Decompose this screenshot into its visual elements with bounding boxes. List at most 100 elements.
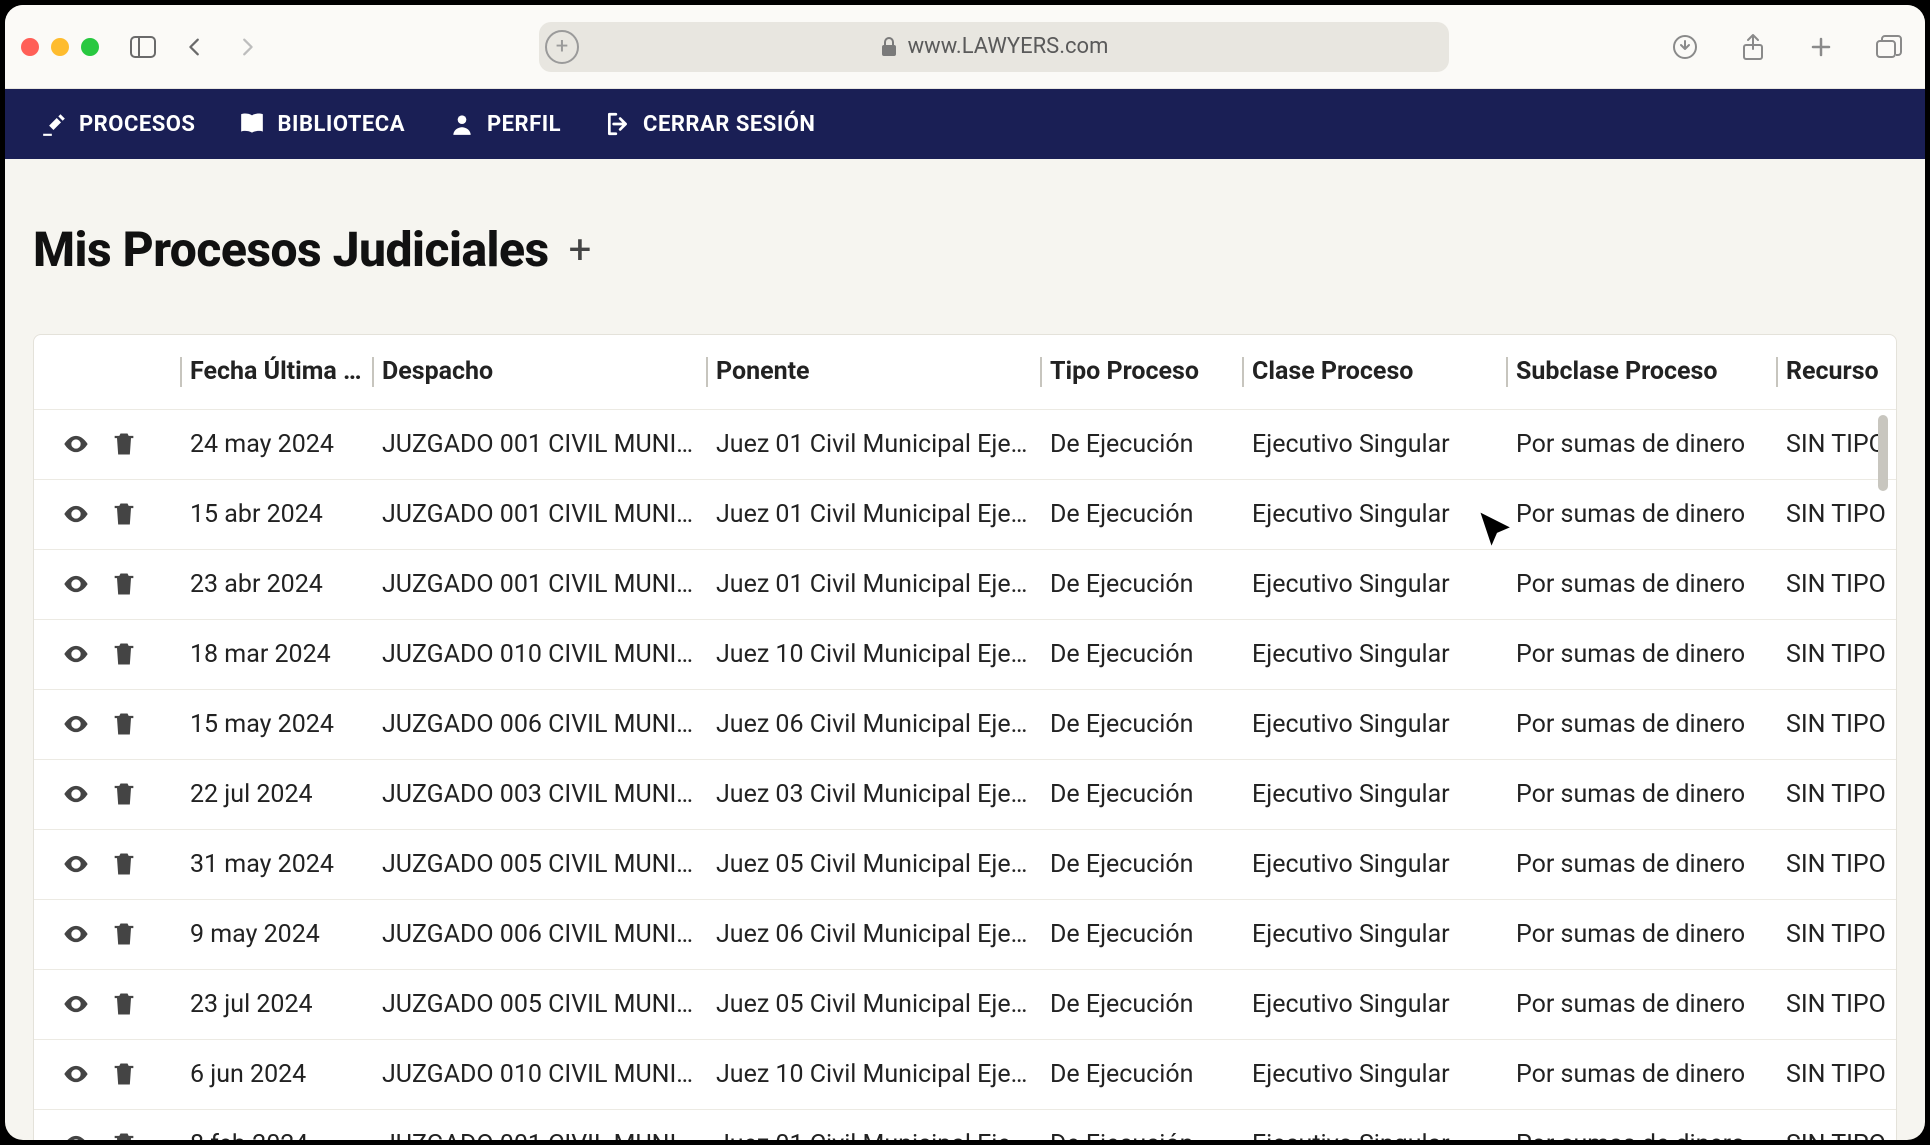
view-icon[interactable]	[62, 570, 90, 598]
cell-despacho: JUZGADO 001 CIVIL MUNICIP…	[374, 1109, 708, 1140]
cell-ponente: Juez 01 Civil Municipal Ejecuc…	[708, 549, 1042, 619]
new-tab-icon[interactable]	[1801, 27, 1841, 67]
table-row: 24 may 2024JUZGADO 001 CIVIL MUNICIP…Jue…	[34, 409, 1897, 479]
downloads-icon[interactable]	[1665, 27, 1705, 67]
nav-item-procesos[interactable]: PROCESOS	[41, 111, 195, 137]
cell-tipo: De Ejecución	[1042, 479, 1244, 549]
view-icon[interactable]	[62, 1130, 90, 1140]
col-header-despacho[interactable]: Despacho	[374, 335, 708, 409]
delete-icon[interactable]	[110, 710, 138, 738]
delete-icon[interactable]	[110, 1060, 138, 1088]
cell-recurso: SIN TIPO	[1778, 1109, 1897, 1140]
person-icon	[449, 111, 475, 137]
view-icon[interactable]	[62, 990, 90, 1018]
close-window-button[interactable]	[21, 38, 39, 56]
cell-tipo: De Ejecución	[1042, 409, 1244, 479]
share-icon[interactable]	[1733, 27, 1773, 67]
cell-subclase: Por sumas de dinero	[1508, 899, 1778, 969]
cell-fecha: 31 may 2024	[182, 829, 374, 899]
add-process-button[interactable]: +	[569, 226, 592, 273]
cell-despacho: JUZGADO 010 CIVIL MUNICIP…	[374, 1039, 708, 1109]
cell-fecha: 22 jul 2024	[182, 759, 374, 829]
cell-clase: Ejecutivo Singular	[1244, 1109, 1508, 1140]
maximize-window-button[interactable]	[81, 38, 99, 56]
nav-label: CERRAR SESIÓN	[643, 112, 815, 137]
cell-tipo: De Ejecución	[1042, 1109, 1244, 1140]
minimize-window-button[interactable]	[51, 38, 69, 56]
table-row: 31 may 2024JUZGADO 005 CIVIL MUNICIP…Jue…	[34, 829, 1897, 899]
cell-fecha: 6 jun 2024	[182, 1039, 374, 1109]
delete-icon[interactable]	[110, 990, 138, 1018]
table-row: 23 abr 2024JUZGADO 001 CIVIL MUNICIP…Jue…	[34, 549, 1897, 619]
cell-ponente: Juez 06 Civil Municipal Ejecuc…	[708, 689, 1042, 759]
view-icon[interactable]	[62, 500, 90, 528]
cell-ponente: Juez 05 Civil Municipal Ejecuc…	[708, 969, 1042, 1039]
cell-fecha: 15 abr 2024	[182, 479, 374, 549]
forward-button[interactable]	[227, 27, 267, 67]
view-icon[interactable]	[62, 920, 90, 948]
cell-despacho: JUZGADO 001 CIVIL MUNICIP…	[374, 409, 708, 479]
delete-icon[interactable]	[110, 920, 138, 948]
view-icon[interactable]	[62, 430, 90, 458]
view-icon[interactable]	[62, 850, 90, 878]
delete-icon[interactable]	[110, 570, 138, 598]
cell-subclase: Por sumas de dinero	[1508, 969, 1778, 1039]
view-icon[interactable]	[62, 710, 90, 738]
cell-tipo: De Ejecución	[1042, 689, 1244, 759]
delete-icon[interactable]	[110, 640, 138, 668]
delete-icon[interactable]	[110, 430, 138, 458]
table-row: 15 abr 2024JUZGADO 001 CIVIL MUNICIP…Jue…	[34, 479, 1897, 549]
delete-icon[interactable]	[110, 1130, 138, 1140]
lock-icon	[880, 37, 898, 57]
col-header-tipo[interactable]: Tipo Proceso	[1042, 335, 1244, 409]
delete-icon[interactable]	[110, 780, 138, 808]
cell-ponente: Juez 01 Civil Municipal Ejecuc…	[708, 1109, 1042, 1140]
col-header-recurso[interactable]: Recurso	[1778, 335, 1897, 409]
nav-item-biblioteca[interactable]: BIBLIOTECA	[239, 111, 405, 137]
cell-clase: Ejecutivo Singular	[1244, 759, 1508, 829]
nav-item-logout[interactable]: CERRAR SESIÓN	[605, 111, 815, 137]
cell-recurso: SIN TIPO	[1778, 899, 1897, 969]
cell-ponente: Juez 10 Civil Municipal Ejecuc…	[708, 1039, 1042, 1109]
cell-fecha: 9 may 2024	[182, 899, 374, 969]
cell-ponente: Juez 10 Civil Municipal Ejecuc…	[708, 619, 1042, 689]
table-scrollbar[interactable]	[1878, 415, 1888, 491]
nav-label: BIBLIOTECA	[277, 112, 405, 137]
nav-label: PROCESOS	[79, 112, 195, 137]
cell-recurso: SIN TIPO	[1778, 549, 1897, 619]
tabs-icon[interactable]	[1869, 27, 1909, 67]
address-bar[interactable]: + www.LAWYERS.com	[539, 22, 1449, 72]
cell-fecha: 24 may 2024	[182, 409, 374, 479]
cell-clase: Ejecutivo Singular	[1244, 829, 1508, 899]
book-icon	[239, 111, 265, 137]
new-tab-plus-icon[interactable]: +	[545, 30, 579, 64]
cell-ponente: Juez 06 Civil Municipal Ejecuc…	[708, 899, 1042, 969]
view-icon[interactable]	[62, 1060, 90, 1088]
browser-chrome: + www.LAWYERS.com	[5, 5, 1925, 89]
cell-despacho: JUZGADO 003 CIVIL MUNICIP…	[374, 759, 708, 829]
window-controls	[21, 38, 99, 56]
cell-ponente: Juez 05 Civil Municipal Ejecuc…	[708, 829, 1042, 899]
cell-subclase: Por sumas de dinero	[1508, 409, 1778, 479]
delete-icon[interactable]	[110, 500, 138, 528]
sidebar-toggle-icon[interactable]	[123, 27, 163, 67]
cell-recurso: SIN TIPO	[1778, 1039, 1897, 1109]
nav-label: PERFIL	[487, 112, 561, 137]
cell-tipo: De Ejecución	[1042, 899, 1244, 969]
view-icon[interactable]	[62, 640, 90, 668]
col-header-clase[interactable]: Clase Proceso	[1244, 335, 1508, 409]
nav-item-perfil[interactable]: PERFIL	[449, 111, 561, 137]
col-header-ponente[interactable]: Ponente	[708, 335, 1042, 409]
col-header-fecha[interactable]: Fecha Última A…	[182, 335, 374, 409]
cell-ponente: Juez 03 Civil Municipal Ejecuc…	[708, 759, 1042, 829]
delete-icon[interactable]	[110, 850, 138, 878]
table-row: 8 feb 2024JUZGADO 001 CIVIL MUNICIP…Juez…	[34, 1109, 1897, 1140]
table-row: 22 jul 2024JUZGADO 003 CIVIL MUNICIP…Jue…	[34, 759, 1897, 829]
cell-recurso: SIN TIPO	[1778, 759, 1897, 829]
back-button[interactable]	[175, 27, 215, 67]
table-row: 9 may 2024JUZGADO 006 CIVIL MUNICIP…Juez…	[34, 899, 1897, 969]
view-icon[interactable]	[62, 780, 90, 808]
cell-clase: Ejecutivo Singular	[1244, 549, 1508, 619]
col-header-subclase[interactable]: Subclase Proceso	[1508, 335, 1778, 409]
col-header-actions	[34, 335, 182, 409]
